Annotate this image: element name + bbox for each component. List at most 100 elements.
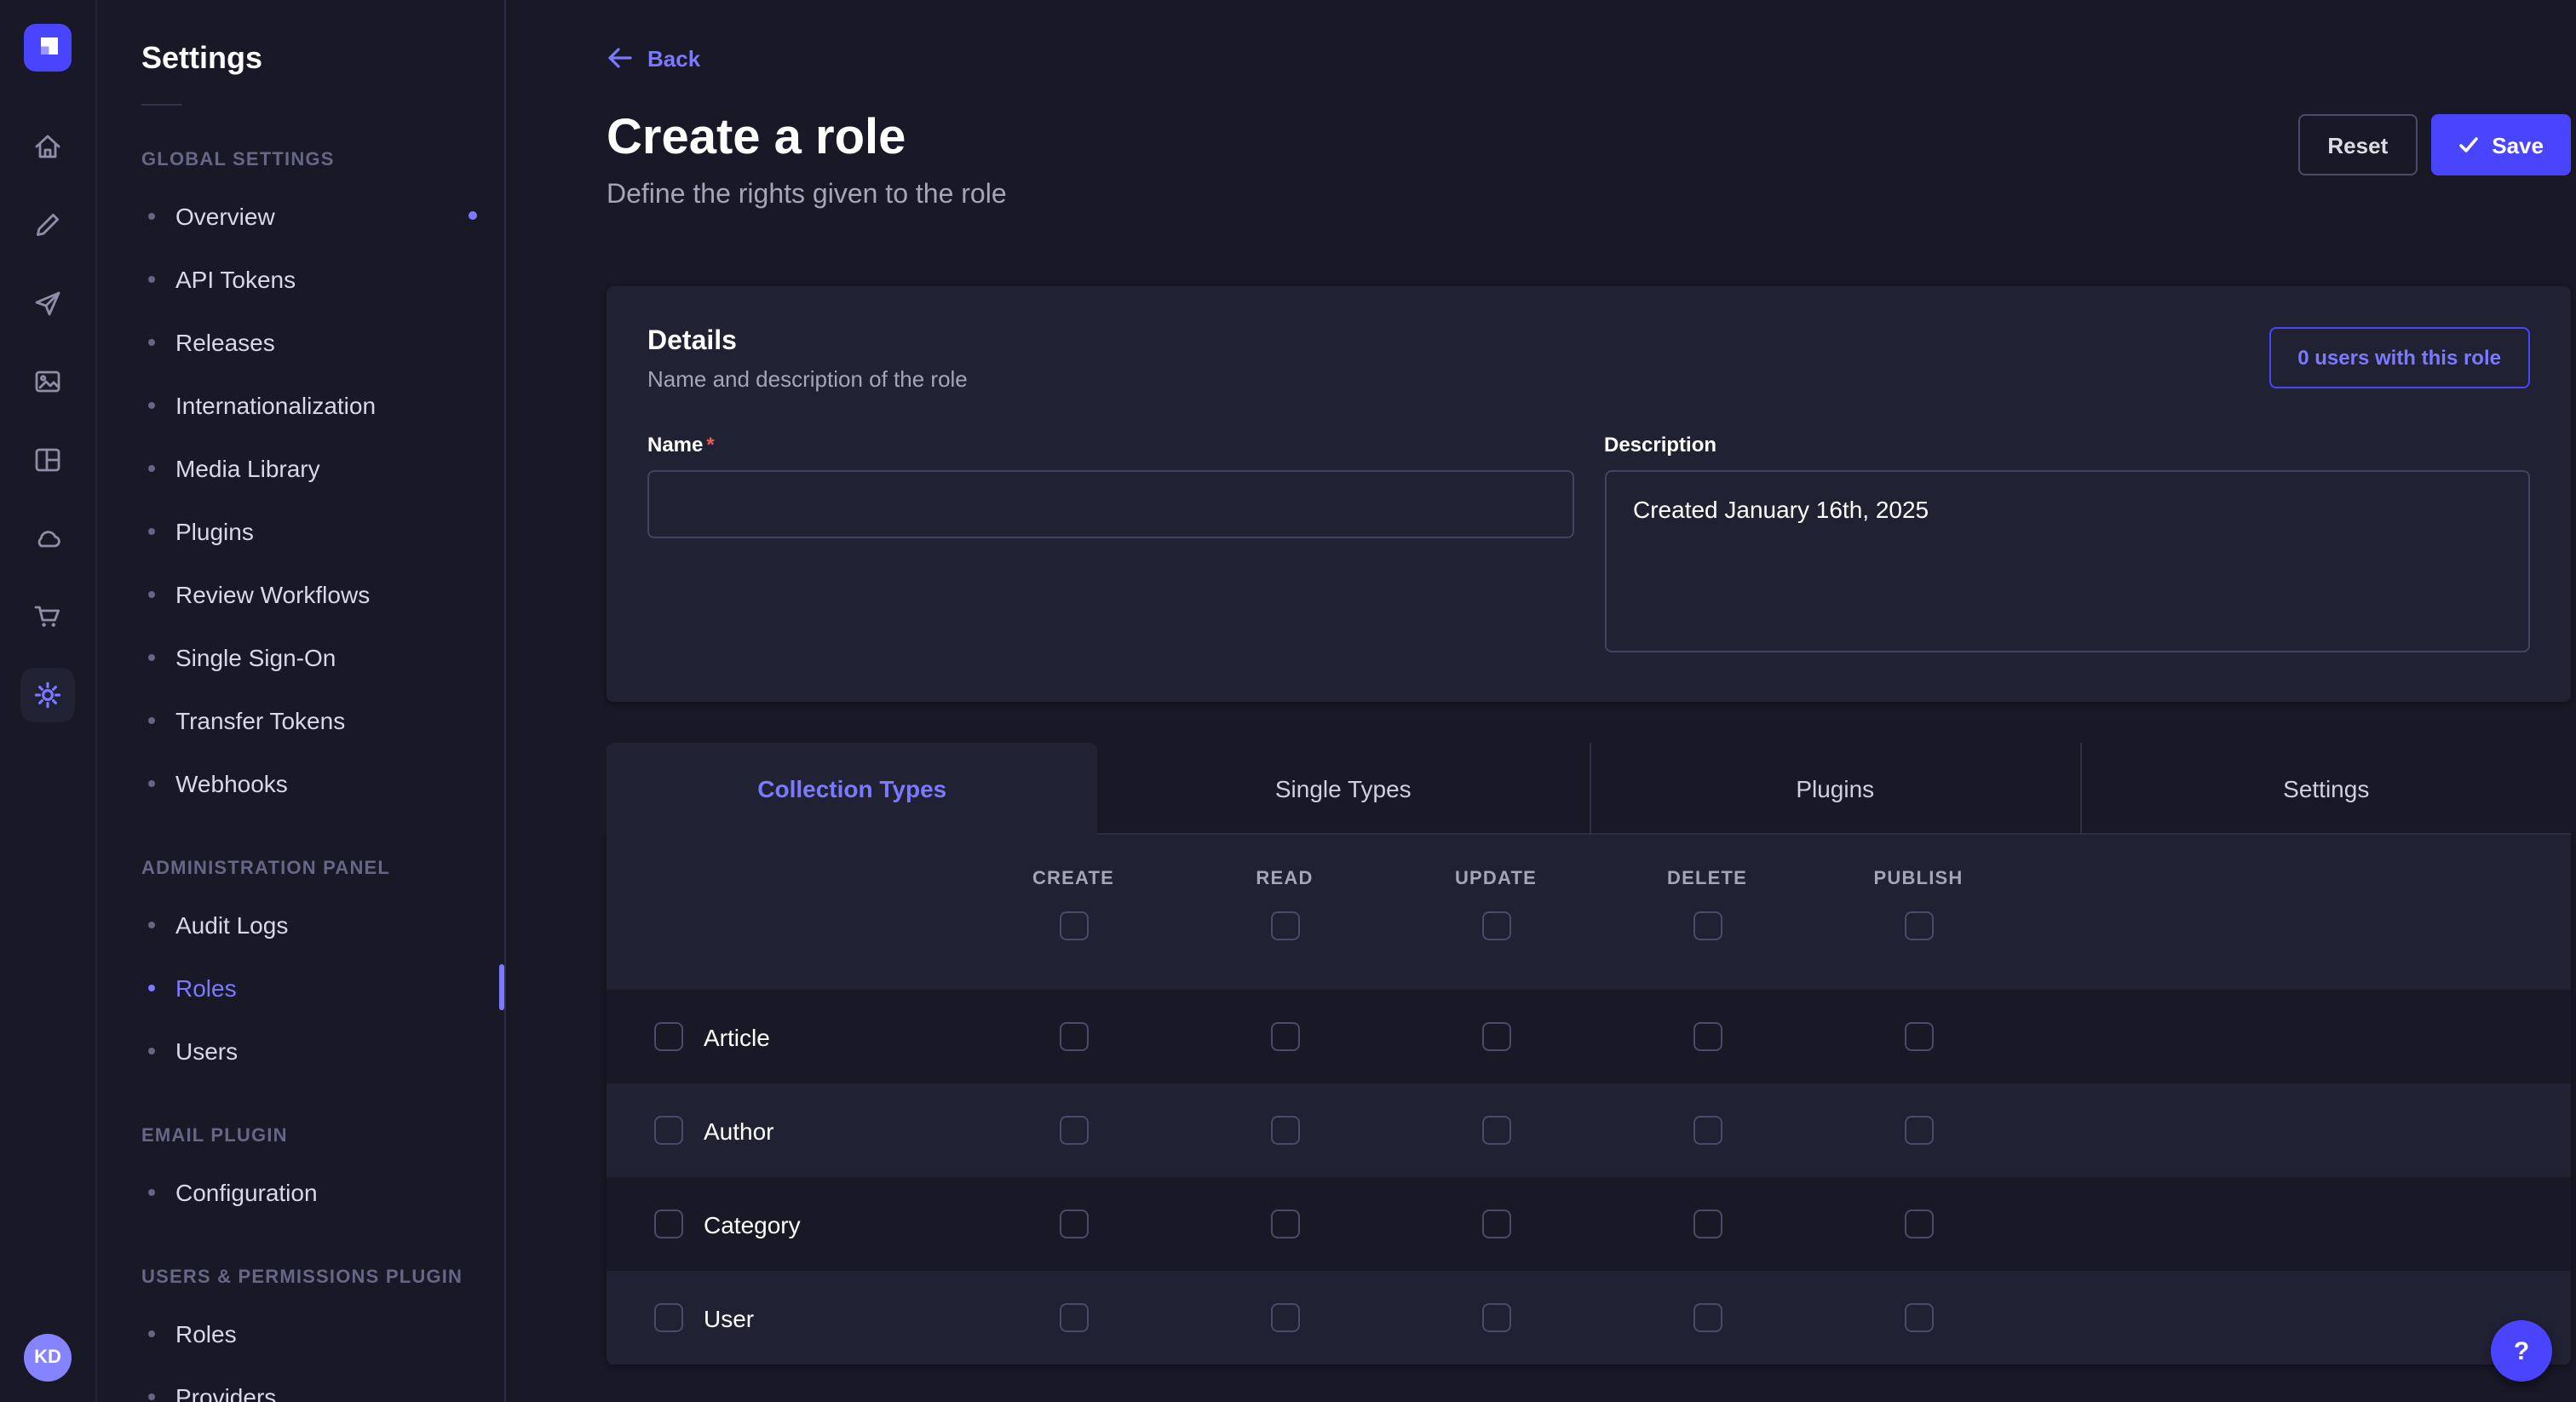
category-delete-checkbox[interactable] (1693, 1210, 1722, 1238)
user-read-checkbox[interactable] (1270, 1303, 1299, 1332)
description-label: Description (1604, 433, 2530, 457)
sidebar-title-divider (141, 104, 182, 106)
layout-grid-icon[interactable] (20, 433, 75, 487)
bullet-icon (148, 527, 155, 534)
user-delete-checkbox[interactable] (1693, 1303, 1722, 1332)
user-create-checkbox[interactable] (1059, 1303, 1088, 1332)
avatar[interactable]: KD (24, 1334, 72, 1382)
user-publish-checkbox[interactable] (1904, 1303, 1933, 1332)
save-button[interactable]: Save (2430, 114, 2571, 175)
description-label-text: Description (1604, 433, 1716, 457)
sidebar-item-users[interactable]: Users (97, 1019, 504, 1082)
tab-single-types[interactable]: Single Types (1098, 743, 1590, 835)
cloud-icon[interactable] (20, 511, 75, 566)
sidebar-item-review-workflows[interactable]: Review Workflows (97, 562, 504, 625)
section-label-administration-panel: ADMINISTRATION PANEL (141, 859, 504, 879)
tab-collection-types[interactable]: Collection Types (607, 743, 1098, 835)
bullet-icon (148, 464, 155, 471)
select-all-delete-checkbox[interactable] (1693, 911, 1722, 940)
article-read-checkbox[interactable] (1270, 1022, 1299, 1051)
author-create-checkbox[interactable] (1059, 1116, 1088, 1145)
sidebar-item-label: Internationalization (175, 391, 376, 418)
sidebar-item-internationalization[interactable]: Internationalization (97, 373, 504, 436)
sidebar-item-providers[interactable]: Providers (97, 1365, 504, 1402)
author-read-checkbox[interactable] (1270, 1116, 1299, 1145)
permissions-card: Collection Types Single Types Plugins Se… (607, 743, 2571, 1365)
sidebar-item-label: Releases (175, 328, 275, 355)
sidebar-item-up-roles[interactable]: Roles (97, 1301, 504, 1365)
category-create-checkbox[interactable] (1059, 1210, 1088, 1238)
arrow-left-icon (607, 44, 634, 72)
bullet-icon (148, 338, 155, 345)
user-update-checkbox[interactable] (1481, 1303, 1510, 1332)
section-label-global-settings: GLOBAL SETTINGS (141, 150, 504, 170)
help-button[interactable]: ? (2491, 1320, 2552, 1382)
table-row-category: Category (607, 1177, 2571, 1271)
app-root: KD Settings GLOBAL SETTINGS Overview API… (0, 0, 2576, 1402)
sidebar-item-transfer-tokens[interactable]: Transfer Tokens (97, 688, 504, 751)
sidebar-item-releases[interactable]: Releases (97, 310, 504, 373)
tab-plugins[interactable]: Plugins (1589, 743, 2080, 835)
select-row-author-checkbox[interactable] (654, 1116, 683, 1145)
select-row-user-checkbox[interactable] (654, 1303, 683, 1332)
bullet-icon (148, 1393, 155, 1399)
author-delete-checkbox[interactable] (1693, 1116, 1722, 1145)
category-update-checkbox[interactable] (1481, 1210, 1510, 1238)
page-title: Create a role (607, 111, 1007, 167)
sidebar-item-label: Webhooks (175, 769, 288, 796)
users-with-role-button[interactable]: 0 users with this role (2268, 327, 2530, 388)
gear-icon[interactable] (20, 668, 75, 722)
name-input[interactable] (647, 470, 1573, 538)
sidebar-item-webhooks[interactable]: Webhooks (97, 751, 504, 814)
select-row-article-checkbox[interactable] (654, 1022, 683, 1051)
home-icon[interactable] (20, 119, 75, 174)
column-header-read: READ (1256, 869, 1313, 889)
sidebar-item-plugins[interactable]: Plugins (97, 499, 504, 562)
sidebar-item-label: Providers (175, 1382, 276, 1402)
sidebar-item-label: Plugins (175, 517, 254, 544)
details-subtitle: Name and description of the role (647, 366, 968, 392)
media-library-icon[interactable] (20, 354, 75, 409)
select-all-create-checkbox[interactable] (1059, 911, 1088, 940)
section-label-users-permissions-plugin: USERS & PERMISSIONS PLUGIN (141, 1267, 504, 1288)
sidebar-item-configuration[interactable]: Configuration (97, 1160, 504, 1223)
name-label-text: Name (647, 433, 703, 457)
article-publish-checkbox[interactable] (1904, 1022, 1933, 1051)
sidebar-item-audit-logs[interactable]: Audit Logs (97, 893, 504, 956)
bullet-icon (148, 984, 155, 991)
author-update-checkbox[interactable] (1481, 1116, 1510, 1145)
paper-plane-icon[interactable] (20, 276, 75, 330)
strapi-logo-icon[interactable] (24, 24, 72, 72)
row-label-user: User (704, 1304, 754, 1331)
shopping-cart-icon[interactable] (20, 589, 75, 644)
sidebar-item-label: Roles (175, 1319, 237, 1347)
category-read-checkbox[interactable] (1270, 1210, 1299, 1238)
reset-button[interactable]: Reset (2298, 114, 2417, 175)
tab-settings[interactable]: Settings (2080, 743, 2572, 835)
icon-rail: KD (0, 0, 97, 1402)
bullet-icon (148, 653, 155, 660)
category-publish-checkbox[interactable] (1904, 1210, 1933, 1238)
sidebar-item-media-library[interactable]: Media Library (97, 436, 504, 499)
bullet-icon (148, 212, 155, 219)
back-link[interactable]: Back (607, 44, 700, 72)
select-all-read-checkbox[interactable] (1270, 911, 1299, 940)
sidebar-item-roles[interactable]: Roles (97, 956, 504, 1019)
row-label-author: Author (704, 1117, 774, 1144)
article-delete-checkbox[interactable] (1693, 1022, 1722, 1051)
author-publish-checkbox[interactable] (1904, 1116, 1933, 1145)
header-actions: Reset Save (2298, 114, 2571, 175)
sidebar-item-overview[interactable]: Overview (97, 184, 504, 247)
article-update-checkbox[interactable] (1481, 1022, 1510, 1051)
sidebar-item-api-tokens[interactable]: API Tokens (97, 247, 504, 310)
select-row-category-checkbox[interactable] (654, 1210, 683, 1238)
select-all-update-checkbox[interactable] (1481, 911, 1510, 940)
bullet-icon (148, 590, 155, 597)
description-textarea[interactable]: Created January 16th, 2025 (1604, 470, 2530, 652)
article-create-checkbox[interactable] (1059, 1022, 1088, 1051)
select-all-publish-checkbox[interactable] (1904, 911, 1933, 940)
sidebar-item-label: Overview (175, 202, 275, 229)
sidebar-item-single-sign-on[interactable]: Single Sign-On (97, 625, 504, 688)
settings-sidebar: Settings GLOBAL SETTINGS Overview API To… (97, 0, 506, 1402)
pen-icon[interactable] (20, 198, 75, 252)
